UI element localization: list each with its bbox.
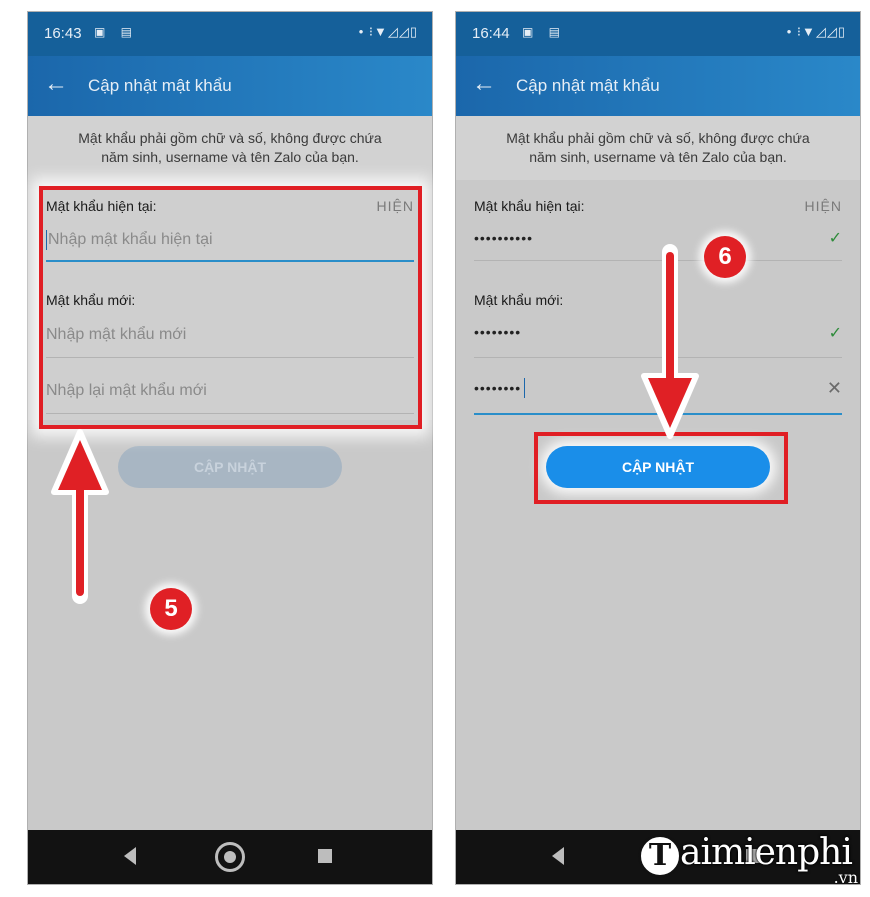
watermark-logo: T aimienphi .vn [636,832,866,890]
annotation-arrows [51,244,699,604]
watermark-suffix: .vn [833,868,858,887]
watermark-logo-letter: T [638,834,682,878]
watermark-text: aimienphi [680,832,853,873]
arrow-down-icon [641,244,699,439]
arrow-up-icon [51,429,109,604]
step-badge-6: 6 [704,236,746,278]
step-badge-5: 5 [150,588,192,630]
